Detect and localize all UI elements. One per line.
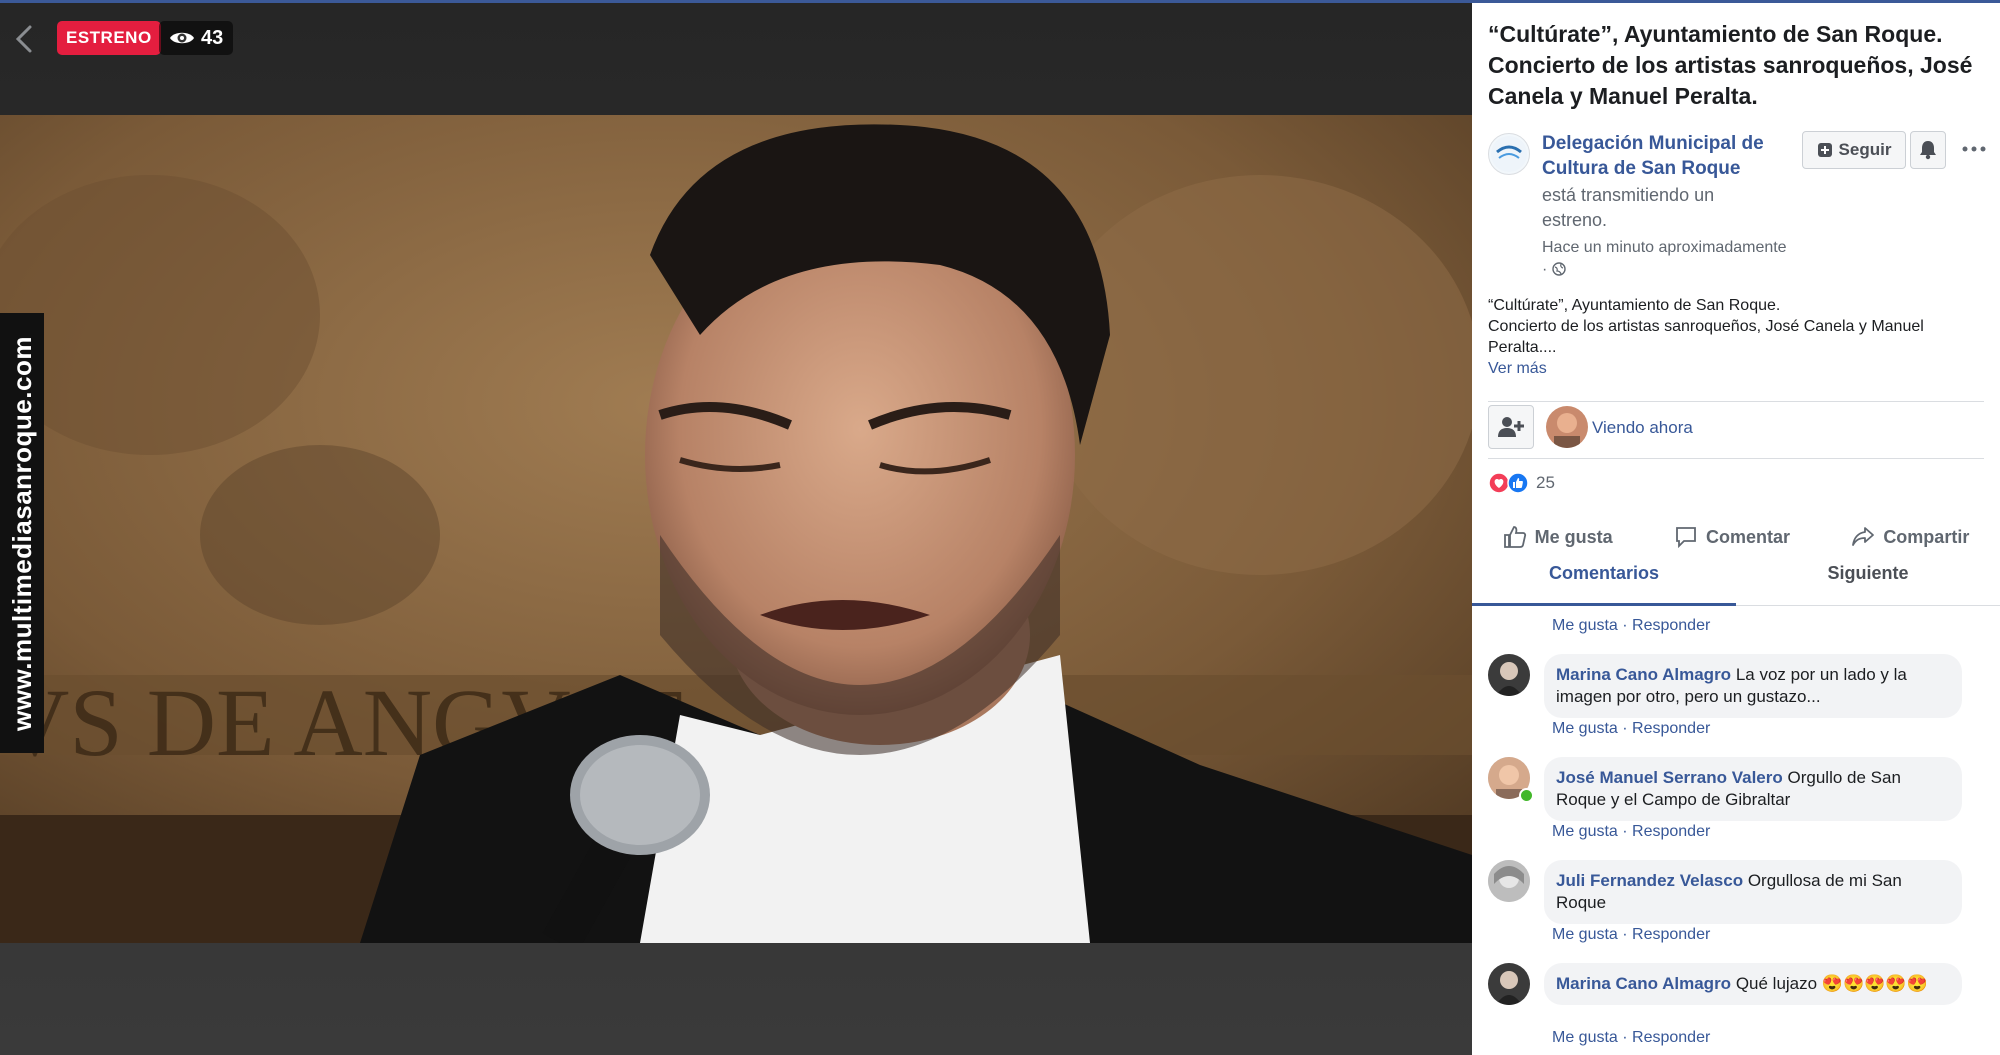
comment-bubble: Marina Cano Almagro Qué lujazo 😍😍😍😍😍 [1544,963,1962,1005]
add-person-icon [1498,417,1524,437]
comment-like-link[interactable]: Me gusta [1552,823,1618,840]
viewer-count-number: 43 [201,27,224,49]
comment-reply-link[interactable]: Responder [1632,823,1710,840]
follow-plus-icon [1817,143,1832,157]
follow-label: Seguir [1838,140,1892,159]
comment-author[interactable]: José Manuel Serrano Valero [1556,768,1783,787]
thumbs-up-icon [1503,526,1526,548]
premiere-badge: ESTRENO [57,21,161,55]
comment-bubble: Juli Fernandez Velasco Orgullosa de mi S… [1544,860,1962,924]
comment-author[interactable]: Marina Cano Almagro [1556,974,1731,993]
watermark-text: www.multimediasanroque.com [6,335,37,731]
page-avatar[interactable] [1488,133,1530,175]
divider [1488,401,1984,402]
comment-like-link[interactable]: Me gusta [1552,1029,1618,1046]
post-title: “Cultúrate”, Ayuntamiento de San Roque. … [1488,21,1973,109]
comment-actions: Me gusta · Responder [1552,822,1710,842]
reaction-count[interactable]: 25 [1536,472,1555,494]
add-friend-button[interactable] [1488,405,1534,449]
comment-like-link[interactable]: Me gusta [1552,926,1618,943]
post-timestamp[interactable]: Hace un minuto aproximadamente · [1542,237,1832,281]
video-frame[interactable]: VS DE ANGVST [0,115,1472,943]
post-description: “Cultúrate”, Ayuntamiento de San Roque. … [1488,295,1978,379]
share-label: Compartir [1883,526,1970,547]
comment-author[interactable]: Juli Fernandez Velasco [1556,871,1743,890]
see-more-link[interactable]: Ver más [1488,360,1547,377]
comments-list[interactable]: Me gusta · Responder Marina Cano Almagro… [1472,606,2000,1055]
timestamp-separator: · [1542,261,1548,278]
panel-tabs: Comentarios Siguiente [1472,553,2000,606]
share-arrow-icon [1852,527,1875,546]
comment-actions-separator: · [1617,823,1633,840]
comment-actions: Me gusta · Responder [1552,719,1710,739]
comment-actions: Me gusta · Responder [1552,925,1710,945]
page-name-link[interactable]: Delegación Municipal de Cultura de San R… [1542,131,1792,181]
description-line-2: Concierto de los artistas sanroqueños, J… [1488,318,1924,356]
commenter-avatar[interactable] [1488,860,1530,902]
stream-status: está transmitiendo un estreno. [1542,185,1715,230]
tab-next[interactable]: Siguiente [1736,553,2000,605]
comment-reply-link[interactable]: Responder [1632,720,1710,737]
like-button[interactable]: Me gusta [1503,525,1613,549]
more-options-button[interactable] [1956,131,1992,167]
description-line-1: “Cultúrate”, Ayuntamiento de San Roque. [1488,297,1781,314]
tab-comments[interactable]: Comentarios [1472,553,1736,606]
globe-icon [1552,262,1566,276]
comment-actions: Me gusta · Responder [1552,1028,1710,1048]
comment-reply-link[interactable]: Responder [1632,926,1710,943]
comment-like-link[interactable]: Me gusta [1552,720,1618,737]
comment-actions-separator: · [1617,617,1633,634]
watermark: www.multimediasanroque.com [0,313,44,753]
notifications-button[interactable] [1910,131,1946,169]
comment-bubble: Marina Cano Almagro La voz por un lado y… [1544,654,1962,718]
comment-text: Qué lujazo 😍😍😍😍😍 [1735,974,1928,993]
bell-icon [1920,141,1936,160]
eye-icon [170,32,194,44]
divider [1488,458,1984,459]
like-reaction-icon [1507,472,1529,494]
comment-label: Comentar [1705,526,1790,547]
comment-actions-separator: · [1617,720,1633,737]
comment-like-link[interactable]: Me gusta [1552,617,1618,634]
follow-button[interactable]: Seguir [1802,131,1906,169]
like-label: Me gusta [1534,526,1613,547]
online-status-dot [1519,788,1534,803]
viewing-now-link[interactable]: Viendo ahora [1592,418,1693,438]
comment-author[interactable]: Marina Cano Almagro [1556,665,1731,684]
viewer-count: 43 [159,21,234,55]
ellipsis-icon [1962,146,1986,152]
video-player[interactable]: ESTRENO 43 VS DE ANGVST www.multimediasa… [0,3,1472,1055]
post-panel: “Cultúrate”, Ayuntamiento de San Roque. … [1472,3,2000,1055]
comment-bubble: José Manuel Serrano Valero Orgullo de Sa… [1544,757,1962,821]
commenter-avatar[interactable] [1488,654,1530,696]
viewer-avatar[interactable] [1546,406,1588,448]
commenter-avatar[interactable] [1488,963,1530,1005]
comment-actions-separator: · [1617,926,1633,943]
comment-actions: Me gusta · Responder [1552,616,1710,636]
comment-bubble-icon [1676,527,1696,549]
share-button[interactable]: Compartir [1851,525,1969,549]
comment-button[interactable]: Comentar [1674,525,1790,549]
comment-reply-link[interactable]: Responder [1632,1029,1710,1046]
back-chevron-icon[interactable] [10,19,40,59]
comment-actions-separator: · [1617,1029,1633,1046]
comment-reply-link[interactable]: Responder [1632,617,1710,634]
reactions-summary[interactable] [1488,472,1529,494]
video-image: VS DE ANGVST [0,115,1472,943]
timestamp-text[interactable]: Hace un minuto aproximadamente [1542,237,1832,259]
